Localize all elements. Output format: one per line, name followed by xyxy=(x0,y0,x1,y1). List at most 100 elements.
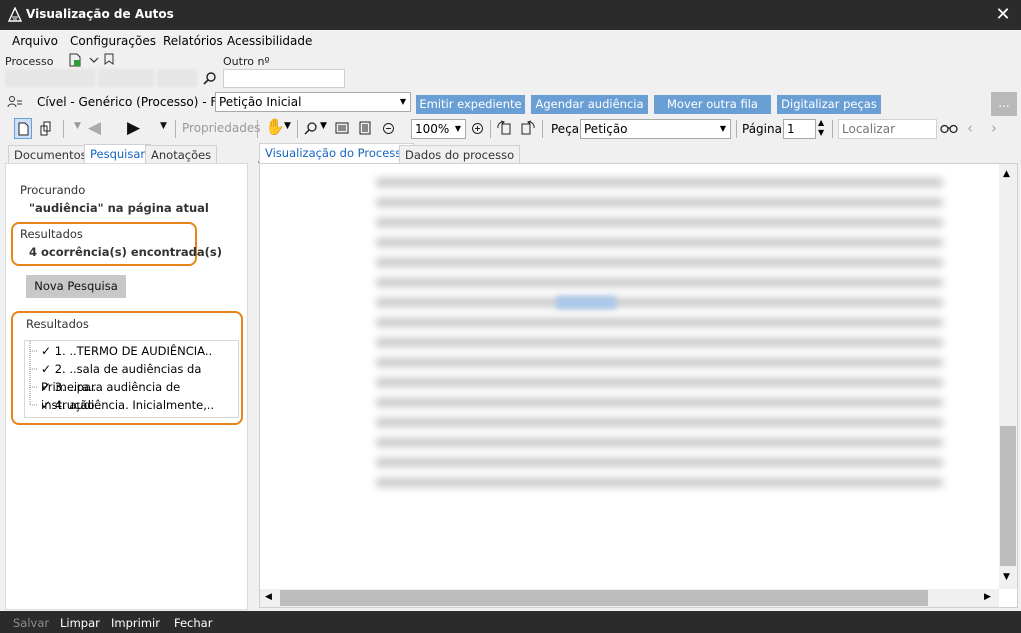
page-spinner-icon[interactable]: ▲ ▼ xyxy=(818,118,824,138)
binoculars-icon[interactable] xyxy=(940,122,958,134)
nav-dropdown-icon-2[interactable]: ▼ xyxy=(160,121,167,131)
bookmark-icon[interactable] xyxy=(103,53,115,66)
check-icon: ✓ xyxy=(41,362,52,376)
results-list: ✓ 1. ..TERMO DE AUDIÊNCIA.. ✓ 2. ..sala … xyxy=(24,340,239,418)
other-number-label: Outro nº xyxy=(223,55,270,68)
tab-anotacoes[interactable]: Anotações xyxy=(145,145,218,164)
scrollbar-thumb-h[interactable] xyxy=(280,590,928,606)
next-page-icon[interactable]: ▶ xyxy=(127,118,140,138)
tab-documentos[interactable]: Documentos xyxy=(8,145,93,164)
pagina-input[interactable]: 1 xyxy=(783,119,816,139)
check-icon: ✓ xyxy=(41,344,52,358)
result-text: 4. audiência. Inicialmente,.. xyxy=(54,398,215,412)
menu-relatorios[interactable]: Relatórios xyxy=(163,34,223,48)
scroll-up-icon[interactable]: ▲ xyxy=(1003,169,1010,179)
more-button[interactable]: ... xyxy=(991,92,1017,116)
window-title: Visualização de Autos xyxy=(26,7,174,21)
scroll-right-icon[interactable]: ▶ xyxy=(984,592,991,602)
separator xyxy=(832,120,833,138)
results-label: Resultados xyxy=(20,227,83,241)
separator xyxy=(542,120,543,138)
find-next-icon[interactable]: › xyxy=(991,119,997,137)
fila-select[interactable]: Petição Inicial ▼ xyxy=(215,92,411,112)
tree-lines xyxy=(29,341,38,406)
search-highlight xyxy=(556,296,616,309)
list-item[interactable]: ✓ 1. ..TERMO DE AUDIÊNCIA.. xyxy=(41,342,212,360)
menu-configuracoes[interactable]: Configurações xyxy=(70,34,156,48)
pagina-value: 1 xyxy=(787,122,795,136)
properties-button[interactable]: Propriedades xyxy=(182,121,261,135)
new-search-button[interactable]: Nova Pesquisa xyxy=(26,275,126,298)
salvar-button[interactable]: Salvar xyxy=(13,616,49,630)
fit-page-icon[interactable] xyxy=(358,121,372,135)
tab-pesquisar[interactable]: Pesquisar xyxy=(84,144,152,164)
page-view-toggle[interactable] xyxy=(14,118,32,139)
peca-select[interactable]: Petição ▼ xyxy=(580,119,731,139)
rotate-right-icon[interactable] xyxy=(519,120,536,136)
separator xyxy=(490,120,491,138)
tab-visualizacao-processo[interactable]: Visualização do Processo xyxy=(259,143,415,163)
dropdown-arrow-icon: ▼ xyxy=(399,97,407,106)
separator xyxy=(63,120,64,138)
search-icon[interactable] xyxy=(203,71,217,85)
dropdown-arrow-icon: ▼ xyxy=(719,124,727,133)
other-number-input[interactable] xyxy=(223,69,345,88)
zoom-value: 100% xyxy=(415,122,450,136)
find-previous-icon[interactable]: ‹ xyxy=(967,119,973,137)
emitir-expediente-button[interactable]: Emitir expediente xyxy=(416,95,525,114)
separator xyxy=(257,120,258,138)
imprimir-button[interactable]: Imprimir xyxy=(111,616,160,630)
search-query: "audiência" na página atual xyxy=(29,201,209,215)
menu-acessibilidade[interactable]: Acessibilidade xyxy=(227,34,312,48)
pagina-label: Página xyxy=(742,122,782,136)
menu-arquivo[interactable]: Arquivo xyxy=(12,34,58,48)
process-number-segment-3[interactable] xyxy=(157,69,197,87)
check-icon: ✓ xyxy=(41,380,52,394)
process-number-segment-2[interactable] xyxy=(98,69,154,87)
hand-tool-icon[interactable]: ✋ xyxy=(265,117,285,136)
tab-dados-processo[interactable]: Dados do processo xyxy=(399,145,521,164)
document-viewer[interactable]: ▲ ▼ ◀ ▶ xyxy=(259,163,1018,608)
list-item[interactable]: ✓ 4. audiência. Inicialmente,.. xyxy=(41,396,214,414)
zoom-out-icon[interactable] xyxy=(382,122,395,135)
chevron-down-icon[interactable] xyxy=(88,54,100,66)
vertical-scrollbar[interactable]: ▲ ▼ xyxy=(999,164,1017,589)
zoom-dropdown-icon[interactable]: ▼ xyxy=(320,121,327,131)
searching-label: Procurando xyxy=(20,183,86,197)
zoom-select[interactable]: 100% ▼ xyxy=(411,119,466,139)
process-label: Processo xyxy=(5,55,54,68)
app-logo-icon xyxy=(7,7,23,22)
agendar-audiencia-button[interactable]: Agendar audiência xyxy=(531,95,648,114)
previous-page-icon[interactable]: ◀ xyxy=(88,118,101,138)
digitalizar-pecas-button[interactable]: Digitalizar peças xyxy=(777,95,881,114)
fit-width-icon[interactable] xyxy=(335,121,349,135)
mover-outra-fila-button[interactable]: Mover outra fila xyxy=(654,95,771,114)
class-text: Cível - Genérico (Processo) - Fila: xyxy=(37,95,235,109)
scroll-down-icon[interactable]: ▼ xyxy=(1003,572,1010,582)
process-number-segment-1[interactable] xyxy=(5,69,95,87)
peca-value: Petição xyxy=(584,122,628,136)
bottom-bar: Salvar Limpar Imprimir Fechar xyxy=(0,611,1021,633)
pages-icon[interactable] xyxy=(40,121,54,136)
results-count: 4 ocorrência(s) encontrada(s) xyxy=(29,245,223,259)
scrollbar-thumb[interactable] xyxy=(1000,426,1016,566)
localizar-input[interactable] xyxy=(838,119,937,139)
fila-select-value: Petição Inicial xyxy=(219,95,302,109)
hand-dropdown-icon[interactable]: ▼ xyxy=(284,121,291,131)
new-document-icon[interactable] xyxy=(68,53,82,67)
list-item[interactable]: ✓ 2. ..sala de audiências da Primeira.. xyxy=(41,360,238,394)
horizontal-scrollbar[interactable]: ◀ ▶ xyxy=(260,589,999,607)
scroll-left-icon[interactable]: ◀ xyxy=(265,592,272,602)
rotate-left-icon[interactable] xyxy=(496,120,513,136)
zoom-in-icon[interactable] xyxy=(471,122,484,135)
zoom-tool-icon[interactable] xyxy=(304,121,318,135)
check-icon: ✓ xyxy=(41,398,52,412)
page-icon xyxy=(18,122,29,136)
fechar-button[interactable]: Fechar xyxy=(174,616,212,630)
nav-dropdown-icon[interactable]: ▼ xyxy=(74,121,81,131)
peca-label: Peça xyxy=(551,122,580,136)
close-icon[interactable]: ✕ xyxy=(992,4,1014,26)
list-item[interactable]: ✓ 3. ..para audiência de instrução.. xyxy=(41,378,238,412)
limpar-button[interactable]: Limpar xyxy=(60,616,100,630)
menu-bar: Arquivo Configurações Relatórios Acessib… xyxy=(0,30,1021,52)
